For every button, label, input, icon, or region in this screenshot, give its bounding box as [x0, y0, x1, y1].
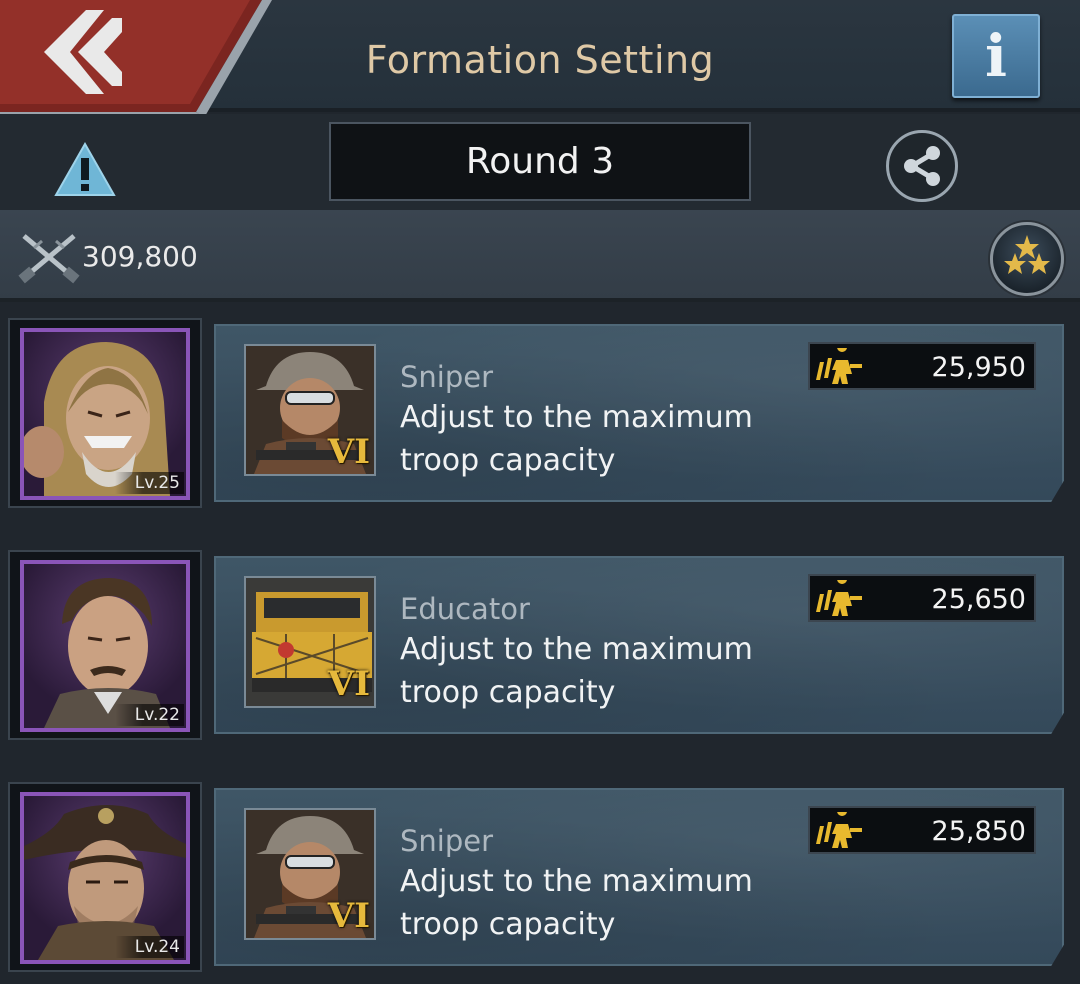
back-chevron-icon	[0, 0, 272, 118]
unit-type: Sniper	[400, 360, 494, 394]
formation-slot-2[interactable]: Lv.22 VI Educator Adjust to the maximum …	[0, 550, 1080, 746]
unit-type: Educator	[400, 592, 530, 626]
hero-level: Lv.24	[114, 936, 184, 958]
unit-tier: VI	[327, 896, 370, 936]
back-button[interactable]	[0, 0, 272, 122]
unit-tier: VI	[327, 432, 370, 472]
troop-count: 25,650	[931, 584, 1026, 615]
troop-count: 25,950	[931, 352, 1026, 383]
unit-tier: VI	[327, 664, 370, 704]
troops-icon	[816, 348, 862, 384]
adjust-troops-link[interactable]: Adjust to the maximum troop capacity	[400, 628, 840, 714]
share-icon	[904, 146, 940, 186]
troop-count-box: 25,850	[808, 806, 1036, 854]
unit-type: Sniper	[400, 824, 494, 858]
round-selector[interactable]: Round 3	[329, 122, 751, 201]
info-button[interactable]: i	[952, 14, 1040, 98]
troops-icon	[816, 580, 862, 616]
hero-level: Lv.22	[114, 704, 184, 726]
formation-slot-3[interactable]: Lv.24 VI Sniper Adjust to the maximum tr…	[0, 782, 1080, 978]
troops-icon	[816, 812, 862, 848]
warning-icon[interactable]	[54, 142, 116, 198]
adjust-troops-link[interactable]: Adjust to the maximum troop capacity	[400, 396, 840, 482]
unit-portrait[interactable]: VI	[244, 344, 376, 476]
hero-slot[interactable]: Lv.22	[8, 550, 202, 740]
troop-count-box: 25,650	[808, 574, 1036, 622]
round-label: Round 3	[465, 141, 615, 182]
troop-count: 25,850	[931, 816, 1026, 847]
troop-count-box: 25,950	[808, 342, 1036, 390]
hero-slot[interactable]: Lv.24	[8, 782, 202, 972]
unit-portrait[interactable]: VI	[244, 576, 376, 708]
hero-portrait: Lv.22	[20, 560, 190, 732]
page-title: Formation Setting	[365, 38, 715, 82]
unit-card[interactable]: VI Sniper Adjust to the maximum troop ca…	[214, 324, 1064, 502]
crossed-rifles-icon	[18, 234, 80, 284]
formation-slot-1[interactable]: Lv.25 VI Sniper Adjust to the maximum tr…	[0, 318, 1080, 514]
hero-level: Lv.25	[114, 472, 184, 494]
unit-card[interactable]: VI Educator Adjust to the maximum troop …	[214, 556, 1064, 734]
unit-card[interactable]: VI Sniper Adjust to the maximum troop ca…	[214, 788, 1064, 966]
unit-portrait[interactable]: VI	[244, 808, 376, 940]
share-button[interactable]	[886, 130, 958, 202]
hero-slot[interactable]: Lv.25	[8, 318, 202, 508]
adjust-troops-link[interactable]: Adjust to the maximum troop capacity	[400, 860, 840, 946]
power-value: 309,800	[82, 240, 198, 273]
hero-portrait: Lv.24	[20, 792, 190, 964]
rank-button[interactable]	[990, 222, 1064, 296]
info-icon: i	[984, 22, 1008, 90]
stars-badge-icon	[1004, 235, 1050, 274]
hero-portrait: Lv.25	[20, 328, 190, 500]
